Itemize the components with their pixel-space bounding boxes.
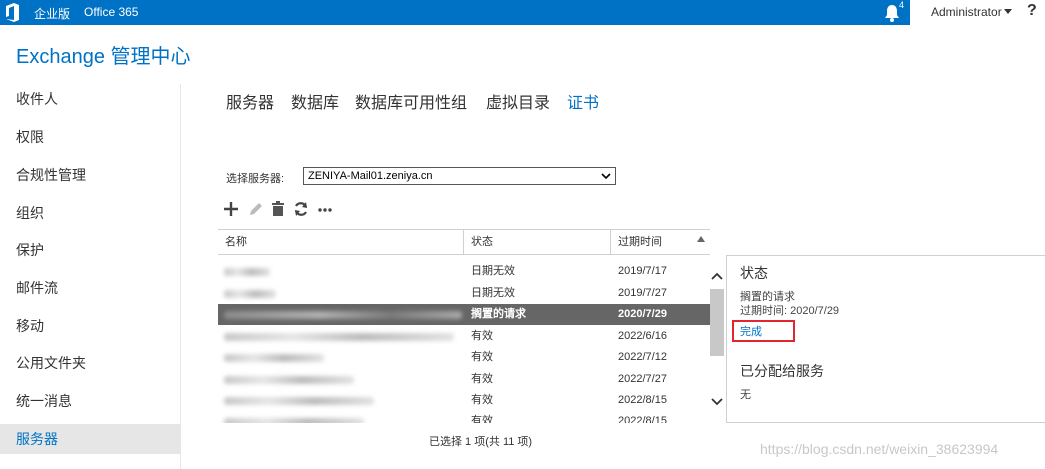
nav-item-servers[interactable]: 服务器 xyxy=(0,424,180,454)
row-expires: 2022/7/12 xyxy=(618,351,667,363)
edit-icon[interactable] xyxy=(247,200,265,218)
details-status-heading: 状态 xyxy=(740,265,768,281)
notification-count: 4 xyxy=(899,0,905,10)
user-menu[interactable]: Administrator xyxy=(931,5,1002,19)
brand-label[interactable]: 企业版 xyxy=(34,5,70,22)
redacted-name xyxy=(224,290,276,298)
tab-databases[interactable]: 数据库 xyxy=(291,89,339,113)
column-header-expires[interactable]: 过期时间 xyxy=(611,230,710,254)
table-row[interactable]: 有效 2022/6/16 xyxy=(218,326,710,347)
certificate-list: 日期无效 2019/7/17 日期无效 2019/7/27 搁置的请求 2020… xyxy=(218,261,710,423)
row-status: 有效 xyxy=(471,415,493,423)
delete-icon[interactable] xyxy=(269,200,287,218)
column-header-status[interactable]: 状态 xyxy=(464,230,610,254)
row-status: 有效 xyxy=(471,373,493,385)
table-row-selected[interactable]: 搁置的请求 2020/7/29 xyxy=(218,304,710,325)
nav-item-protection[interactable]: 保护 xyxy=(0,235,180,265)
details-services-value: 无 xyxy=(740,389,751,401)
details-services-heading: 已分配给服务 xyxy=(740,363,824,379)
redacted-name xyxy=(224,397,374,405)
nav-item-organization[interactable]: 组织 xyxy=(0,198,180,228)
row-status: 有效 xyxy=(471,394,493,406)
row-expires: 2019/7/17 xyxy=(618,265,667,277)
row-expires: 2022/8/15 xyxy=(618,415,667,423)
scroll-up-icon[interactable] xyxy=(710,270,724,282)
redacted-name xyxy=(224,418,364,423)
office365-link[interactable]: Office 365 xyxy=(84,5,138,19)
scroll-down-icon[interactable] xyxy=(710,396,724,408)
row-status: 有效 xyxy=(471,330,493,342)
server-select[interactable]: ZENIYA-Mail01.zeniya.cn xyxy=(303,167,616,185)
chevron-down-icon[interactable] xyxy=(1004,9,1012,14)
row-status: 有效 xyxy=(471,351,493,363)
nav-divider xyxy=(180,84,181,469)
selection-count: 已选择 1 项(共 11 项) xyxy=(429,436,533,448)
details-expires-text: 过期时间: 2020/7/29 xyxy=(740,305,840,317)
nav-item-permissions[interactable]: 权限 xyxy=(0,122,180,152)
nav-item-recipients[interactable]: 收件人 xyxy=(0,84,180,114)
sort-ascending-icon[interactable] xyxy=(697,236,705,242)
row-expires: 2019/7/27 xyxy=(618,287,667,299)
nav-item-mobile[interactable]: 移动 xyxy=(0,311,180,341)
row-expires: 2022/8/15 xyxy=(618,394,667,406)
redacted-name xyxy=(224,311,462,319)
help-icon[interactable]: ? xyxy=(1027,2,1037,20)
refresh-icon[interactable] xyxy=(292,200,310,218)
table-row[interactable]: 有效 2022/7/12 xyxy=(218,347,710,368)
redacted-name xyxy=(224,376,354,384)
tab-certificates[interactable]: 证书 xyxy=(567,89,599,113)
server-select-label: 选择服务器: xyxy=(226,173,285,185)
row-expires: 2022/6/16 xyxy=(618,330,667,342)
chevron-down-icon xyxy=(601,173,611,180)
nav-item-compliance[interactable]: 合规性管理 xyxy=(0,160,180,190)
nav-item-mail-flow[interactable]: 邮件流 xyxy=(0,273,180,303)
table-row[interactable]: 有效 2022/8/15 xyxy=(218,390,710,411)
top-bar: 企业版 Office 365 4 Administrator ? xyxy=(0,0,1045,25)
table-row[interactable]: 有效 2022/8/15 xyxy=(218,411,710,423)
row-status: 日期无效 xyxy=(471,265,515,277)
office-logo-icon[interactable] xyxy=(4,3,20,22)
app-title: Exchange 管理中心 xyxy=(16,46,191,68)
row-expires: 2022/7/27 xyxy=(618,373,667,385)
table-row[interactable]: 日期无效 2019/7/27 xyxy=(218,283,710,304)
column-header-name[interactable]: 名称 xyxy=(218,230,463,254)
row-status: 日期无效 xyxy=(471,287,515,299)
table-row[interactable]: 日期无效 2019/7/17 xyxy=(218,261,710,282)
scrollbar-thumb[interactable] xyxy=(710,289,724,356)
table-header: 名称 状态 过期时间 xyxy=(218,229,710,255)
redacted-name xyxy=(224,333,454,341)
nav-item-public-folders[interactable]: 公用文件夹 xyxy=(0,348,180,378)
server-select-value: ZENIYA-Mail01.zeniya.cn xyxy=(308,170,433,182)
row-status: 搁置的请求 xyxy=(471,308,526,320)
table-row[interactable]: 有效 2022/7/27 xyxy=(218,369,710,390)
highlight-box xyxy=(732,320,795,342)
redacted-name xyxy=(224,268,270,276)
row-expires: 2020/7/29 xyxy=(618,308,667,320)
watermark: https://blog.csdn.net/weixin_38623994 xyxy=(760,441,999,457)
more-icon[interactable] xyxy=(316,200,334,218)
add-icon[interactable] xyxy=(222,200,240,218)
tab-dag[interactable]: 数据库可用性组 xyxy=(355,89,467,113)
tab-servers[interactable]: 服务器 xyxy=(226,89,274,113)
redacted-name xyxy=(224,354,324,362)
nav-item-unified-messaging[interactable]: 统一消息 xyxy=(0,386,180,416)
tab-virtual-directories[interactable]: 虚拟目录 xyxy=(486,89,550,113)
